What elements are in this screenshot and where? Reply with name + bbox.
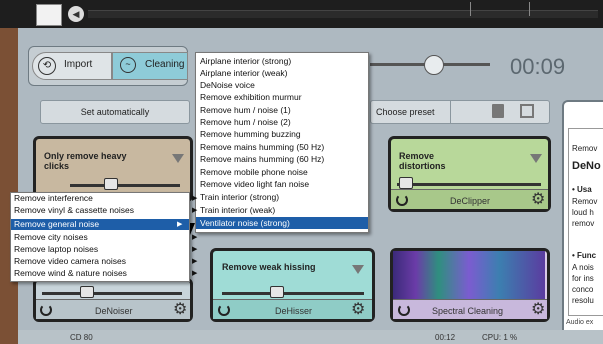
category-item[interactable]: Remove wind & nature noises ▶ [14, 268, 197, 279]
help-text: loud h [572, 208, 594, 217]
card-slider-track[interactable] [397, 183, 541, 186]
status-time: 00:12 [435, 333, 456, 342]
power-icon[interactable] [396, 194, 408, 206]
menu-item[interactable]: Remove mobile phone noise [200, 166, 368, 178]
spectrogram-image[interactable] [393, 251, 545, 299]
menu-item[interactable]: Remove humming buzzing [200, 128, 368, 140]
gear-icon[interactable]: ⚙ [531, 302, 545, 318]
effect-name: DeNoiser [95, 306, 133, 316]
card-slider-knob[interactable] [399, 177, 413, 189]
trash-icon[interactable] [492, 104, 504, 118]
choose-preset-label: Choose preset [376, 107, 435, 117]
help-text: conco [572, 285, 594, 294]
chevron-down-icon[interactable] [172, 154, 184, 163]
menu-item[interactable]: Remove mains humming (50 Hz) [200, 141, 368, 153]
category-label: Remove interference [14, 193, 93, 203]
card-title: Remove [399, 151, 435, 161]
category-item[interactable]: Remove vinyl & cassette noises ▶ [14, 205, 197, 216]
chevron-right-icon: ▶ [192, 246, 198, 253]
chevron-right-icon: ▶ [192, 195, 198, 202]
chevron-down-icon[interactable] [352, 265, 364, 274]
volume-slider-knob[interactable] [424, 55, 444, 75]
menu-item[interactable]: Remove hum / noise (1) [200, 104, 368, 116]
help-text: remov [572, 219, 595, 228]
card-slider-knob[interactable] [80, 286, 94, 298]
app-logo [36, 4, 62, 26]
card-title: Only remove heavy [44, 151, 127, 161]
category-item[interactable]: Remove interference ▶ [14, 193, 197, 204]
gear-icon[interactable]: ⚙ [531, 192, 545, 208]
side-frame [0, 28, 18, 344]
menu-item[interactable]: Remove hum / noise (2) [200, 116, 368, 128]
menu-item[interactable]: DeNoise voice [200, 79, 368, 91]
cleaning-icon: ~ [120, 57, 136, 73]
menu-item[interactable]: Train interior (strong) [200, 191, 368, 203]
card-title: clicks [44, 161, 70, 171]
chevron-right-icon: ▶ [192, 207, 198, 214]
preset-divider [450, 100, 451, 124]
time-display: 00:09 [510, 54, 566, 79]
help-text: • Usa [572, 185, 592, 194]
import-icon: ⟲ [38, 57, 56, 75]
help-footer: Audio ex [566, 319, 594, 326]
save-icon[interactable] [520, 104, 534, 118]
effect-name: Spectral Cleaning [432, 306, 504, 316]
timeline-selection[interactable] [470, 2, 530, 16]
card-title: distortions [399, 161, 446, 171]
card-slider-track[interactable] [222, 292, 364, 295]
card-slider-knob[interactable] [104, 178, 118, 190]
card-slider-knob[interactable] [270, 286, 284, 298]
help-text: Remov [572, 144, 598, 153]
effect-name: DeClipper [450, 196, 491, 206]
category-label: Remove city noises [14, 232, 88, 242]
help-heading: DeNo [572, 160, 601, 172]
chevron-down-icon[interactable] [530, 154, 542, 163]
menu-item[interactable]: Airplane interior (weak) [200, 67, 368, 79]
menu-item[interactable]: Remove mains humming (60 Hz) [200, 153, 368, 165]
import-label: Import [64, 59, 93, 70]
menu-item-selected[interactable]: Ventilator noise (strong) [196, 217, 368, 229]
power-icon[interactable] [218, 304, 230, 316]
chevron-right-icon: ▶ [192, 270, 198, 277]
menu-item[interactable]: Airplane interior (strong) [200, 55, 368, 67]
help-text: for ins [572, 274, 594, 283]
chevron-right-icon: ▶ [177, 221, 183, 228]
set-automatically-button[interactable]: Set automatically [40, 100, 190, 124]
category-item-selected[interactable]: Remove general noise ▶ [11, 219, 189, 230]
status-cpu: CPU: 1 % [482, 333, 518, 342]
help-text: Remov [572, 197, 598, 206]
mouse-cursor-icon [190, 223, 195, 235]
power-icon[interactable] [40, 304, 52, 316]
category-label: Remove vinyl & cassette noises [14, 205, 134, 215]
menu-item[interactable]: Train interior (weak) [200, 204, 368, 216]
help-text: • Func [572, 251, 597, 260]
chevron-right-icon: ▶ [192, 258, 198, 265]
menu-item[interactable]: Remove video light fan noise [200, 178, 368, 190]
menu-item[interactable]: Remove exhibition murmur [200, 91, 368, 103]
help-text: A nois [572, 263, 594, 272]
category-label: Remove video camera noises [14, 256, 126, 266]
help-text: resolu [572, 296, 594, 305]
status-format: CD 80 [70, 333, 93, 342]
card-slider-track[interactable] [42, 292, 182, 295]
gear-icon[interactable]: ⚙ [173, 302, 187, 318]
card-title: Remove weak hissing [222, 262, 316, 272]
category-item[interactable]: Remove video camera noises ▶ [14, 256, 197, 267]
cleaning-label: Cleaning [145, 59, 185, 70]
category-label: Remove wind & nature noises [14, 268, 127, 278]
power-icon[interactable] [398, 304, 410, 316]
category-item[interactable]: Remove city noises ▶ [14, 232, 197, 243]
card-slider-track[interactable] [70, 184, 180, 187]
effect-name: DeHisser [275, 306, 313, 316]
rewind-icon[interactable]: ◀ [68, 6, 84, 22]
gear-icon[interactable]: ⚙ [351, 302, 365, 318]
category-label: Remove laptop noises [14, 244, 99, 254]
category-label: Remove general noise [14, 219, 100, 229]
category-item[interactable]: Remove laptop noises ▶ [14, 244, 197, 255]
